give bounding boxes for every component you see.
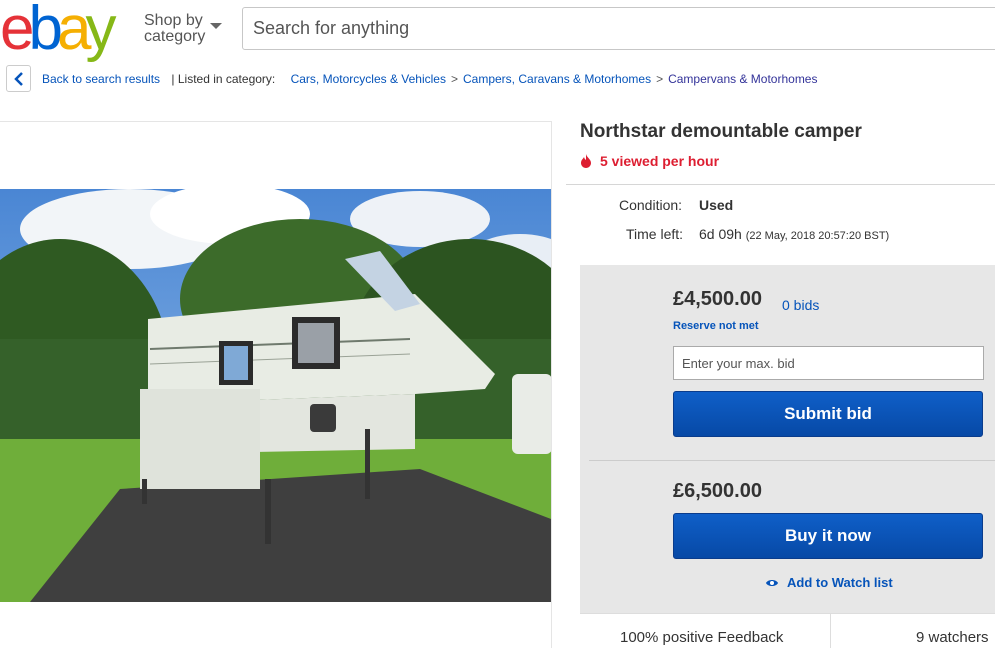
listing-photo[interactable] — [0, 189, 551, 602]
fire-icon — [581, 154, 591, 168]
shop-by-category-button[interactable]: Shop by category — [144, 12, 222, 45]
breadcrumb-separator: > — [656, 72, 664, 86]
logo-letter-e: e — [0, 0, 35, 63]
current-price: £4,500.00 — [673, 288, 762, 310]
time-left-label: Time left: — [626, 226, 684, 242]
bid-count-link[interactable]: 0 bids — [782, 297, 819, 313]
back-button[interactable] — [6, 65, 31, 92]
breadcrumb-item-campers[interactable]: Campers, Caravans & Motorhomes — [463, 72, 651, 86]
submit-bid-button[interactable]: Submit bid — [673, 391, 983, 437]
max-bid-input[interactable] — [674, 347, 983, 379]
time-left-detail: (22 May, 2018 20:57:20 BST) — [745, 230, 890, 242]
breadcrumb-separator: > — [450, 72, 458, 86]
logo-letter-y: y — [85, 0, 116, 63]
views-text: 5 viewed per hour — [600, 153, 720, 169]
divider — [589, 460, 995, 461]
search-input[interactable] — [243, 8, 995, 49]
listing-title: Northstar demountable camper — [580, 121, 862, 142]
breadcrumb: Back to search results | Listed in categ… — [42, 72, 817, 86]
bid-panel — [580, 265, 995, 648]
ebay-logo[interactable]: ebay — [0, 0, 116, 63]
chevron-left-icon — [13, 71, 23, 86]
logo-letter-b: b — [28, 0, 63, 63]
time-left-value: 6d 09h (22 May, 2018 20:57:20 BST) — [699, 226, 889, 242]
buy-it-now-button[interactable]: Buy it now — [673, 513, 983, 559]
search-box — [242, 7, 995, 50]
back-to-results-link[interactable]: Back to search results — [42, 72, 160, 86]
chevron-down-icon — [210, 23, 222, 29]
views-indicator: 5 viewed per hour — [580, 153, 719, 169]
shop-by-line1: Shop by — [144, 12, 203, 29]
listed-in-label: | Listed in category: — [171, 72, 276, 86]
time-left-short: 6d 09h — [699, 226, 742, 242]
condition-label: Condition: — [619, 197, 683, 213]
breadcrumb-item-vehicles[interactable]: Cars, Motorcycles & Vehicles — [291, 72, 446, 86]
feedback-text: 100% positive Feedback — [620, 629, 784, 646]
condition-value: Used — [699, 197, 734, 213]
camper-photo-graphic — [0, 189, 551, 602]
max-bid-field — [673, 346, 984, 380]
logo-letter-a: a — [56, 0, 92, 63]
shop-by-line2: category — [144, 28, 206, 45]
eye-icon — [766, 579, 778, 586]
add-to-watch-list-link[interactable]: Add to Watch list — [765, 575, 893, 590]
breadcrumb-item-campervans[interactable]: Campervans & Motorhomes — [668, 72, 817, 86]
divider — [566, 184, 995, 185]
watch-label: Add to Watch list — [787, 575, 893, 590]
reserve-status: Reserve not met — [673, 320, 759, 332]
divider — [830, 613, 831, 648]
buy-now-price: £6,500.00 — [673, 480, 762, 502]
watchers-count: 9 watchers — [916, 629, 989, 646]
